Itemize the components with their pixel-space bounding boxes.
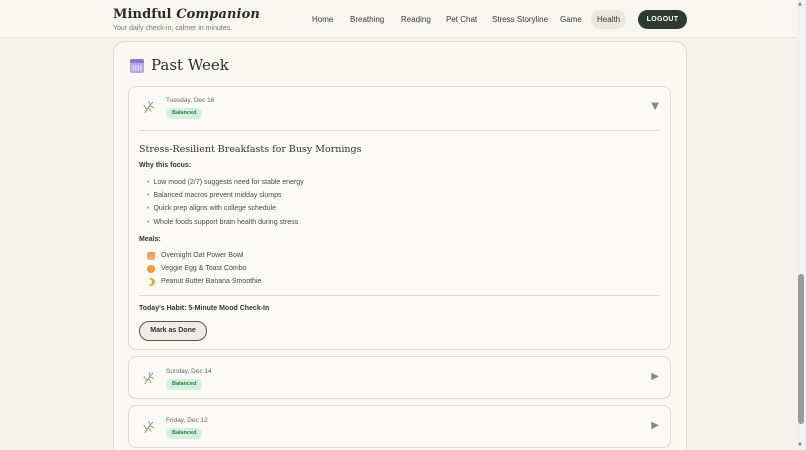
scrollbar-thumb[interactable] — [798, 274, 804, 424]
mood-badge: Balanced — [166, 428, 203, 439]
meal-item: Peanut Butter Banana Smoothie — [147, 275, 261, 288]
nav-reading[interactable]: Reading — [395, 10, 437, 29]
logout-button[interactable]: LOGOUT — [638, 10, 687, 29]
mark-as-done-button[interactable]: Mark as Done — [139, 321, 207, 341]
nav-game[interactable]: Game — [554, 10, 588, 29]
expand-toggle-icon[interactable]: ▶ — [651, 371, 659, 382]
expand-toggle-icon[interactable]: ▶ — [651, 420, 659, 431]
tip-title: Stress-Resilient Breakfasts for Busy Mor… — [139, 144, 362, 155]
meals-label: Meals: — [139, 236, 161, 243]
habit-label: Today's Habit: 5-Minute Mood Check-In — [139, 305, 270, 312]
list-item: Low mood (2/7) suggests need for stable … — [147, 176, 303, 189]
divider — [139, 130, 660, 131]
divider — [139, 295, 660, 296]
calendar-icon — [130, 59, 144, 73]
list-item: Quick prep aligns with college schedule — [147, 202, 304, 215]
brand[interactable]: Mindful Companion Your daily check-in, c… — [113, 7, 260, 32]
section-title: Past Week — [151, 56, 229, 74]
brand-tagline: Your daily check-in, calmer in minutes. — [113, 25, 233, 32]
entry-date: Friday, Dec 12 — [166, 417, 208, 424]
leaf-icon — [143, 371, 155, 385]
nav-breathing[interactable]: Breathing — [344, 10, 390, 29]
collapse-toggle-icon[interactable]: ▼ — [651, 101, 659, 112]
why-list: Low mood (2/7) suggests need for stable … — [147, 176, 304, 229]
brand-title: Mindful Companion — [113, 7, 260, 22]
nav-home[interactable]: Home — [306, 10, 339, 29]
moon-icon — [147, 278, 155, 286]
list-item: Balanced macros prevent midday slumps — [147, 189, 304, 202]
sun-icon — [147, 265, 155, 274]
vertical-scrollbar[interactable]: ▲ ▼ — [797, 0, 806, 450]
scroll-up-icon[interactable]: ▲ — [798, 1, 802, 7]
day-entry[interactable]: Sunday, Dec 14 Balanced ▶ — [128, 356, 671, 399]
scroll-down-icon[interactable]: ▼ — [798, 442, 802, 448]
day-entry[interactable]: Friday, Dec 12 Balanced ▶ — [128, 405, 671, 448]
nav-stress-storyline[interactable]: Stress Storyline — [486, 10, 554, 29]
leaf-icon — [143, 420, 155, 434]
meal-item: Overnight Oat Power Bowl — [147, 249, 261, 262]
meals-list: Overnight Oat Power Bowl Veggie Egg & To… — [147, 249, 261, 289]
meal-item: Veggie Egg & Toast Combo — [147, 262, 261, 275]
sunrise-icon — [147, 252, 155, 260]
entry-date: Tuesday, Dec 16 — [166, 97, 215, 104]
top-navigation-bar: Mindful Companion Your daily check-in, c… — [0, 0, 797, 38]
nav-health[interactable]: Health — [591, 10, 627, 29]
list-item: Whole foods support brain health during … — [147, 216, 304, 229]
day-entry-expanded: Tuesday, Dec 16 Balanced ▼ Stress-Resili… — [128, 86, 671, 350]
entry-date: Sunday, Dec 14 — [166, 368, 212, 375]
leaf-icon — [143, 100, 155, 114]
nav-pet-chat[interactable]: Pet Chat — [440, 10, 483, 29]
why-label: Why this focus: — [139, 162, 192, 169]
mood-badge: Balanced — [166, 108, 203, 119]
mood-badge: Balanced — [166, 379, 203, 390]
